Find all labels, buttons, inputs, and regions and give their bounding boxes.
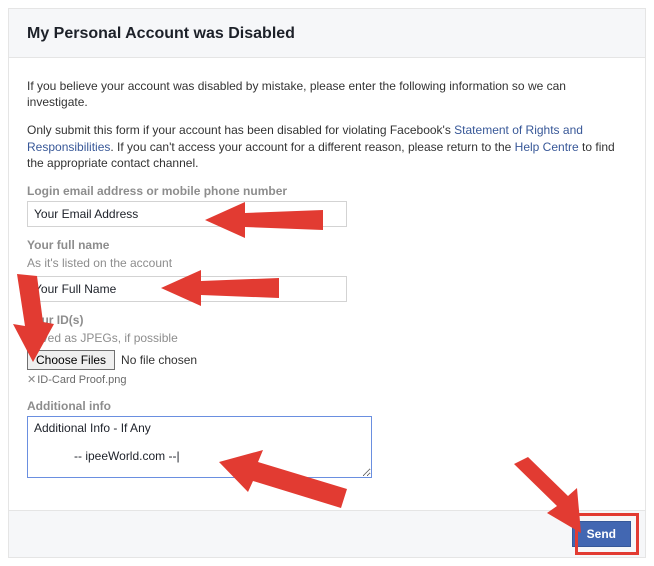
page-title: My Personal Account was Disabled <box>27 25 627 43</box>
name-field-group: Your full name As it's listed on the acc… <box>27 237 627 301</box>
chosen-file-name: ID-Card Proof.png <box>37 374 126 386</box>
login-label: Login email address or mobile phone numb… <box>27 183 627 199</box>
name-label: Your full name <box>27 237 627 253</box>
file-row: Choose Files No file chosen <box>27 350 627 370</box>
send-button[interactable]: Send <box>572 521 631 547</box>
ids-sublabel: Saved as JPEGs, if possible <box>27 330 627 346</box>
form-card: My Personal Account was Disabled If you … <box>8 8 646 558</box>
choose-files-button[interactable]: Choose Files <box>27 350 115 370</box>
file-status-text: No file chosen <box>121 352 197 368</box>
ids-label: Your ID(s) <box>27 312 627 328</box>
card-body: If you believe your account was disabled… <box>9 58 645 510</box>
card-footer: Send <box>9 510 645 557</box>
ids-field-group: Your ID(s) Saved as JPEGs, if possible C… <box>27 312 627 388</box>
additional-field-group: Additional info <box>27 398 627 482</box>
intro-text: Only submit this form if your account ha… <box>27 123 454 137</box>
login-input[interactable] <box>27 201 347 227</box>
additional-textarea[interactable] <box>27 416 372 478</box>
name-sublabel: As it's listed on the account <box>27 255 627 271</box>
intro-text: . If you can't access your account for a… <box>110 140 514 154</box>
login-field-group: Login email address or mobile phone numb… <box>27 183 627 227</box>
intro-paragraph-2: Only submit this form if your account ha… <box>27 122 627 171</box>
remove-file-icon[interactable]: ✕ <box>27 374 36 386</box>
additional-label: Additional info <box>27 398 627 414</box>
file-chosen-row: ✕ID-Card Proof.png <box>27 373 627 388</box>
name-input[interactable] <box>27 276 347 302</box>
help-centre-link[interactable]: Help Centre <box>515 140 579 154</box>
card-header: My Personal Account was Disabled <box>9 9 645 58</box>
intro-paragraph-1: If you believe your account was disabled… <box>27 78 627 110</box>
